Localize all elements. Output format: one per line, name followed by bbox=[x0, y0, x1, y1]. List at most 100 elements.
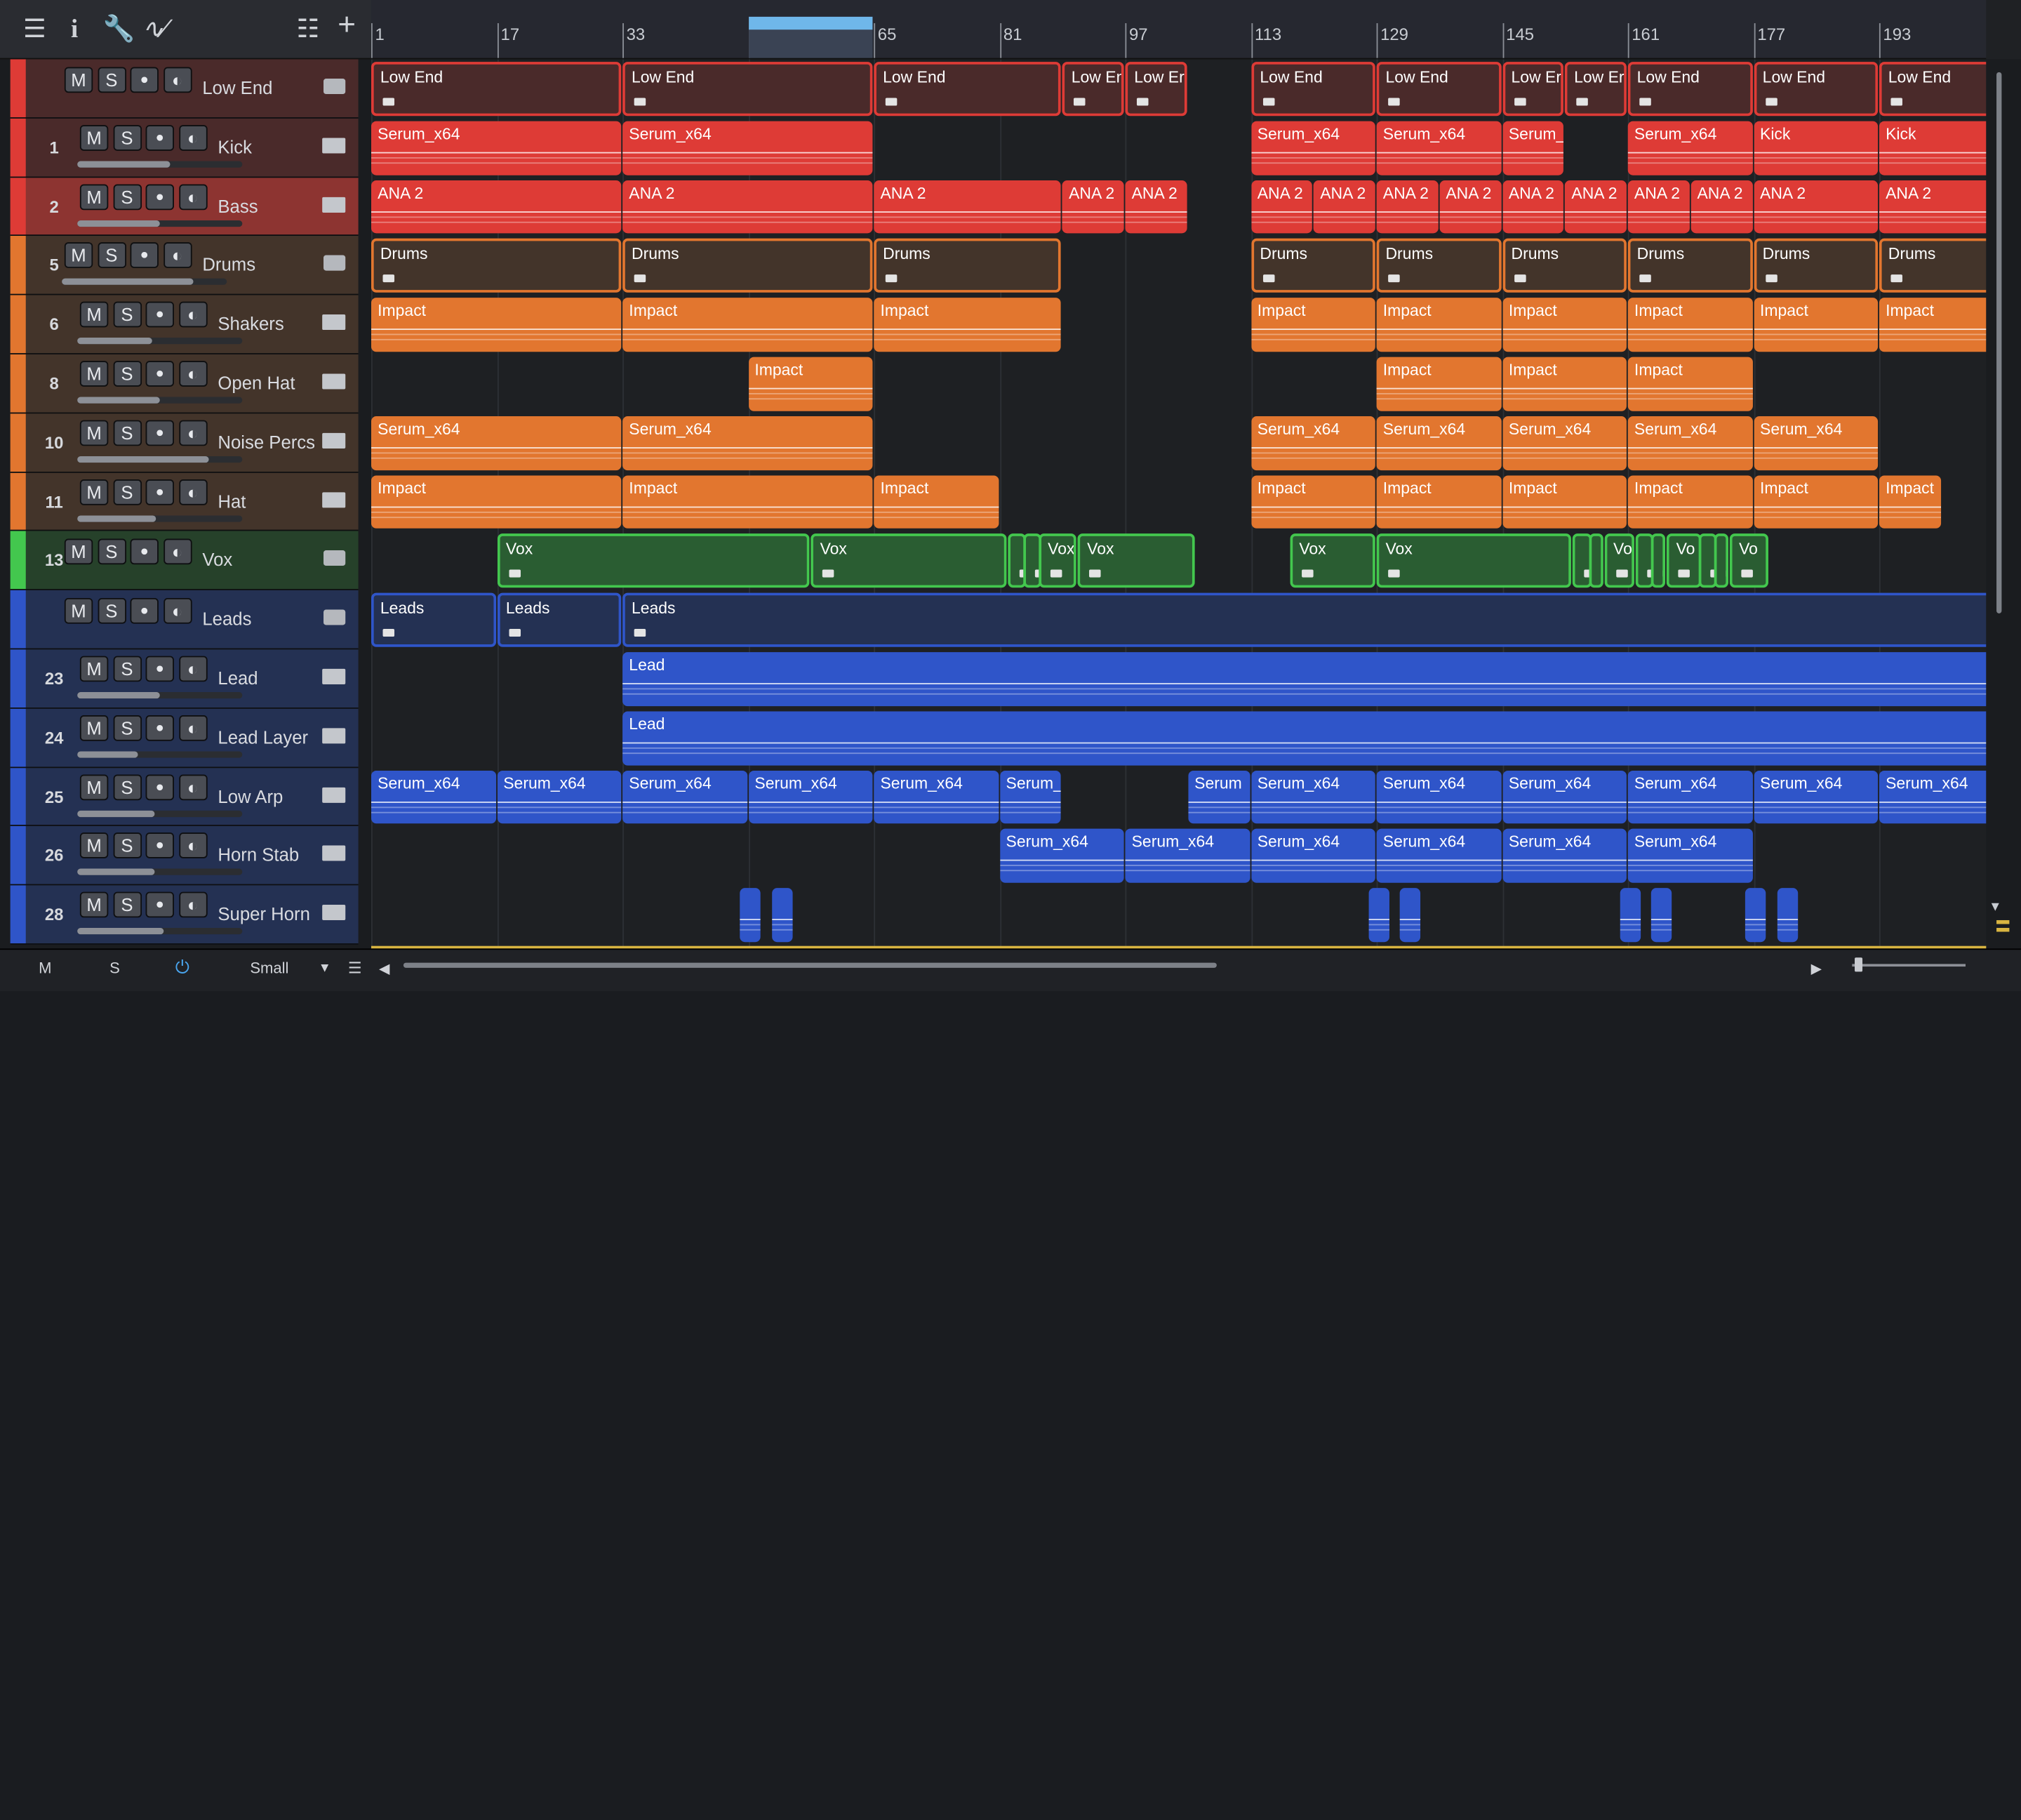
record-button[interactable]: ● bbox=[145, 183, 174, 210]
clip[interactable]: ANA 2 bbox=[1250, 180, 1313, 234]
mute-button[interactable]: M bbox=[79, 361, 109, 387]
clip[interactable]: Serum_x64 bbox=[622, 770, 747, 824]
clip[interactable]: Impact bbox=[1376, 474, 1501, 529]
clip[interactable]: Impact bbox=[1376, 357, 1501, 411]
record-button[interactable]: ● bbox=[130, 598, 159, 625]
clip[interactable]: Impact bbox=[1753, 474, 1879, 529]
clip[interactable]: Leads bbox=[371, 592, 496, 647]
mute-button[interactable]: M bbox=[64, 598, 93, 625]
clip[interactable]: Vox bbox=[1039, 533, 1077, 588]
clip[interactable]: ANA 2 bbox=[1376, 180, 1439, 234]
volume-fader[interactable] bbox=[77, 220, 243, 227]
solo-button[interactable]: S bbox=[112, 479, 142, 505]
track-name[interactable]: Leads bbox=[202, 609, 251, 629]
clip[interactable]: Serum_x64 bbox=[1250, 770, 1375, 824]
solo-button[interactable]: S bbox=[112, 124, 142, 151]
solo-button[interactable]: S bbox=[97, 242, 126, 269]
clip[interactable]: Impact bbox=[371, 474, 622, 529]
track-header-lowarp[interactable]: 25 M S ● ◐ Low Arp bbox=[10, 767, 359, 827]
track-name[interactable]: Shakers bbox=[218, 314, 284, 334]
clip[interactable]: Low End bbox=[1627, 62, 1752, 116]
clip[interactable]: Impact bbox=[748, 357, 873, 411]
clip[interactable]: Kick bbox=[1753, 121, 1879, 175]
track-header-openhat[interactable]: 8 M S ● ◐ Open Hat bbox=[10, 354, 359, 414]
clip[interactable] bbox=[1714, 533, 1729, 588]
track-name[interactable]: Super Horn bbox=[218, 903, 309, 924]
track-header-kick[interactable]: 1 M S ● ◐ Kick bbox=[10, 118, 359, 178]
record-button[interactable]: ● bbox=[130, 539, 159, 565]
timeline-ruler[interactable]: 1173349658197113129145161177193 bbox=[371, 0, 1987, 60]
clip[interactable]: Vox bbox=[497, 533, 810, 588]
track-header-vox[interactable]: 13 M S ● ◐ Vox bbox=[10, 531, 359, 591]
clip[interactable]: ANA 2 bbox=[874, 180, 1062, 234]
mute-button[interactable]: M bbox=[79, 124, 109, 151]
mute-button[interactable]: M bbox=[79, 773, 109, 800]
volume-fader[interactable] bbox=[77, 751, 243, 758]
list-icon[interactable]: ☷ bbox=[296, 15, 319, 44]
clip[interactable]: Impact bbox=[1250, 298, 1375, 352]
clip[interactable]: Low Er bbox=[1565, 62, 1627, 116]
record-button[interactable]: ● bbox=[145, 124, 174, 151]
clip[interactable]: ANA 2 bbox=[1439, 180, 1501, 234]
vertical-scrollbar[interactable]: ▾ bbox=[1986, 59, 2021, 949]
track-header-superhorn[interactable]: 28 M S ● ◐ Super Horn bbox=[10, 885, 359, 945]
clip[interactable]: Kick bbox=[1879, 121, 1987, 175]
clip[interactable]: Low Er bbox=[1502, 62, 1564, 116]
clip[interactable]: Drums bbox=[874, 239, 1062, 293]
volume-fader[interactable] bbox=[77, 397, 243, 404]
track-name[interactable]: Low End bbox=[202, 77, 272, 98]
clip[interactable]: Serum_x64 bbox=[1502, 416, 1627, 470]
clip[interactable]: Vo bbox=[1604, 533, 1635, 588]
clip[interactable] bbox=[1651, 888, 1672, 943]
record-button[interactable]: ● bbox=[145, 361, 174, 387]
clip[interactable]: Impact bbox=[1627, 474, 1752, 529]
clip[interactable]: ANA 2 bbox=[1627, 180, 1690, 234]
global-solo-button[interactable]: S bbox=[109, 959, 120, 977]
clip[interactable]: Low End bbox=[1376, 62, 1501, 116]
clip[interactable]: ANA 2 bbox=[1125, 180, 1187, 234]
track-name[interactable]: Bass bbox=[218, 195, 258, 215]
clip[interactable] bbox=[1651, 533, 1666, 588]
record-button[interactable]: ● bbox=[145, 715, 174, 741]
wrench-icon[interactable]: 🔧 bbox=[103, 15, 135, 44]
monitor-button[interactable]: ◐ bbox=[178, 301, 207, 328]
clip[interactable]: Serum_x64 bbox=[1753, 416, 1879, 470]
clip[interactable]: Impact bbox=[622, 474, 873, 529]
clip[interactable]: Impact bbox=[1627, 298, 1752, 352]
clip[interactable]: Vo bbox=[1667, 533, 1702, 588]
clip[interactable]: Low Er bbox=[1125, 62, 1187, 116]
solo-button[interactable]: S bbox=[112, 301, 142, 328]
track-header-lead[interactable]: 23 M S ● ◐ Lead bbox=[10, 649, 359, 709]
track-header-lowend[interactable]: M S ● ◐ Low End bbox=[10, 59, 359, 119]
clip[interactable]: Drums bbox=[371, 239, 622, 293]
clip[interactable]: Serum_x64 bbox=[1376, 829, 1501, 884]
clip[interactable]: Drums bbox=[1502, 239, 1627, 293]
solo-button[interactable]: S bbox=[112, 715, 142, 741]
clip[interactable]: Serum_x64 bbox=[1376, 416, 1501, 470]
volume-fader[interactable] bbox=[77, 514, 243, 522]
clip[interactable]: ANA 2 bbox=[1502, 180, 1564, 234]
record-button[interactable]: ● bbox=[145, 656, 174, 682]
clip[interactable]: Impact bbox=[874, 298, 1062, 352]
mute-button[interactable]: M bbox=[79, 420, 109, 446]
clip[interactable]: Serum_x64 bbox=[1250, 829, 1375, 884]
solo-button[interactable]: S bbox=[97, 598, 126, 625]
clip[interactable]: Serum_x64 bbox=[622, 121, 873, 175]
clip[interactable]: Impact bbox=[1376, 298, 1501, 352]
clip[interactable]: Serum_x64 bbox=[622, 416, 873, 470]
track-header-hornstab[interactable]: 26 M S ● ◐ Horn Stab bbox=[10, 826, 359, 886]
volume-fader[interactable] bbox=[77, 869, 243, 876]
clip[interactable]: Drums bbox=[1753, 239, 1879, 293]
monitor-button[interactable]: ◐ bbox=[178, 773, 207, 800]
track-header-drums[interactable]: 5 M S ● ◐ Drums bbox=[10, 236, 359, 295]
clip[interactable]: Serum_x64 bbox=[1879, 770, 1987, 824]
clip[interactable] bbox=[740, 888, 761, 943]
solo-button[interactable]: S bbox=[112, 832, 142, 859]
horizontal-scrollbar[interactable] bbox=[403, 962, 1217, 968]
clip[interactable]: Serum_ bbox=[999, 770, 1062, 824]
clip[interactable]: Serum_x64 bbox=[371, 416, 622, 470]
track-header-noiseperc[interactable]: 10 M S ● ◐ Noise Percs bbox=[10, 413, 359, 473]
clip[interactable]: Impact bbox=[371, 298, 622, 352]
clip[interactable]: Serum_x64 bbox=[1250, 416, 1375, 470]
solo-button[interactable]: S bbox=[112, 183, 142, 210]
